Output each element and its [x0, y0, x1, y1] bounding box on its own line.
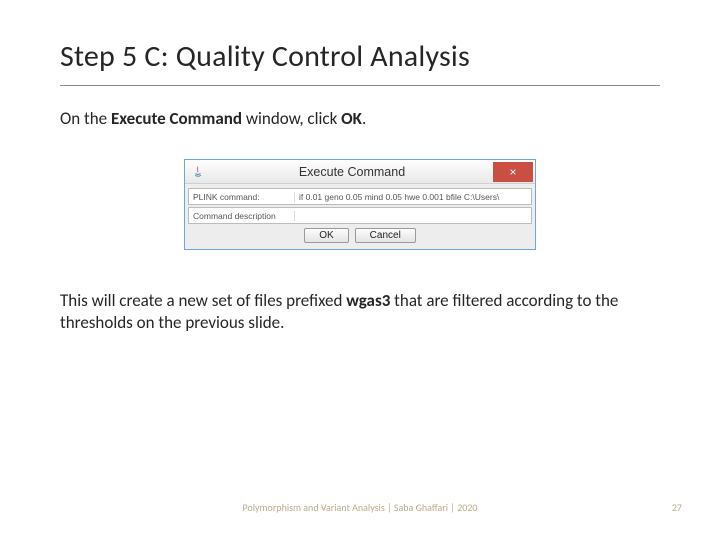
- close-icon: ×: [509, 166, 516, 178]
- dialog-titlebar: Execute Command ×: [185, 160, 535, 184]
- dialog-button-row: OK Cancel: [185, 228, 535, 243]
- outro-paragraph: This will create a new set of files pref…: [60, 290, 660, 333]
- outro-pre: This will create a new set of files pref…: [60, 290, 346, 311]
- execute-command-dialog: Execute Command × PLINK command: if 0.01…: [184, 159, 536, 250]
- command-description-row: Command description: [188, 207, 532, 224]
- command-description-label: Command description: [189, 211, 295, 221]
- plink-command-row: PLINK command: if 0.01 geno 0.05 mind 0.…: [188, 188, 532, 205]
- intro-bold-1: Execute Command: [111, 108, 242, 129]
- intro-paragraph: On the Execute Command window, click OK.: [60, 108, 660, 129]
- plink-command-field[interactable]: if 0.01 geno 0.05 mind 0.05 hwe 0.001 bf…: [295, 192, 531, 202]
- intro-bold-2: OK: [341, 108, 362, 129]
- java-icon: [191, 165, 205, 179]
- intro-mid: window, click: [242, 108, 341, 129]
- close-button[interactable]: ×: [493, 162, 533, 182]
- plink-command-label: PLINK command:: [189, 192, 295, 202]
- footer-text: Polymorphism and Variant Analysis | Saba…: [0, 501, 720, 514]
- dialog-title: Execute Command: [211, 165, 493, 179]
- slide-footer: Polymorphism and Variant Analysis | Saba…: [0, 501, 720, 514]
- intro-post: .: [362, 108, 366, 129]
- dialog-body: PLINK command: if 0.01 geno 0.05 mind 0.…: [185, 184, 535, 249]
- page-title: Step 5 C: Quality Control Analysis: [60, 38, 660, 75]
- cancel-button[interactable]: Cancel: [355, 228, 416, 243]
- intro-pre: On the: [60, 108, 111, 129]
- page-number: 27: [672, 501, 682, 514]
- dialog-screenshot: Execute Command × PLINK command: if 0.01…: [60, 159, 660, 250]
- ok-button[interactable]: OK: [304, 228, 348, 243]
- title-divider: [60, 85, 660, 86]
- outro-bold: wgas3: [346, 290, 390, 311]
- slide: Step 5 C: Quality Control Analysis On th…: [0, 0, 720, 540]
